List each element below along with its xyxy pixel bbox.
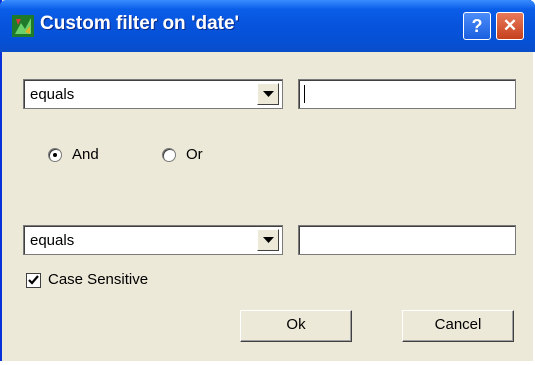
condition2-operator-value: equals xyxy=(30,232,75,249)
ok-button[interactable]: Ok xyxy=(240,310,352,342)
chevron-down-icon xyxy=(263,91,274,97)
and-radio-dot xyxy=(53,153,57,157)
and-radio[interactable] xyxy=(48,148,62,162)
custom-filter-dialog: Custom filter on 'date' ? ✕ equals And O… xyxy=(0,0,535,361)
case-sensitive-label: Case Sensitive xyxy=(48,271,149,288)
case-sensitive-checkbox[interactable] xyxy=(26,273,41,288)
condition2-dropdown-button[interactable] xyxy=(257,229,279,251)
help-icon: ? xyxy=(471,16,483,36)
title-bar[interactable]: Custom filter on 'date' ? ✕ xyxy=(0,0,535,52)
or-radio[interactable] xyxy=(162,148,176,162)
checkmark-icon xyxy=(28,275,39,285)
dialog-title: Custom filter on 'date' xyxy=(40,13,240,34)
condition1-operator-value: equals xyxy=(30,86,75,103)
chevron-down-icon xyxy=(263,237,274,243)
app-icon xyxy=(12,15,34,37)
text-caret xyxy=(304,85,305,103)
help-button[interactable]: ? xyxy=(463,12,491,40)
cancel-button[interactable]: Cancel xyxy=(402,310,514,342)
condition1-value-input[interactable] xyxy=(298,79,516,109)
or-label: Or xyxy=(186,146,203,163)
condition2-value-input[interactable] xyxy=(298,225,516,255)
dialog-body: equals And Or equals Case Sensitive Ok C… xyxy=(2,52,533,361)
close-button[interactable]: ✕ xyxy=(496,12,524,40)
and-label: And xyxy=(72,146,99,163)
condition1-operator-select[interactable]: equals xyxy=(23,79,283,109)
close-icon: ✕ xyxy=(502,16,518,35)
condition1-dropdown-button[interactable] xyxy=(257,83,279,105)
condition2-operator-select[interactable]: equals xyxy=(23,225,283,255)
